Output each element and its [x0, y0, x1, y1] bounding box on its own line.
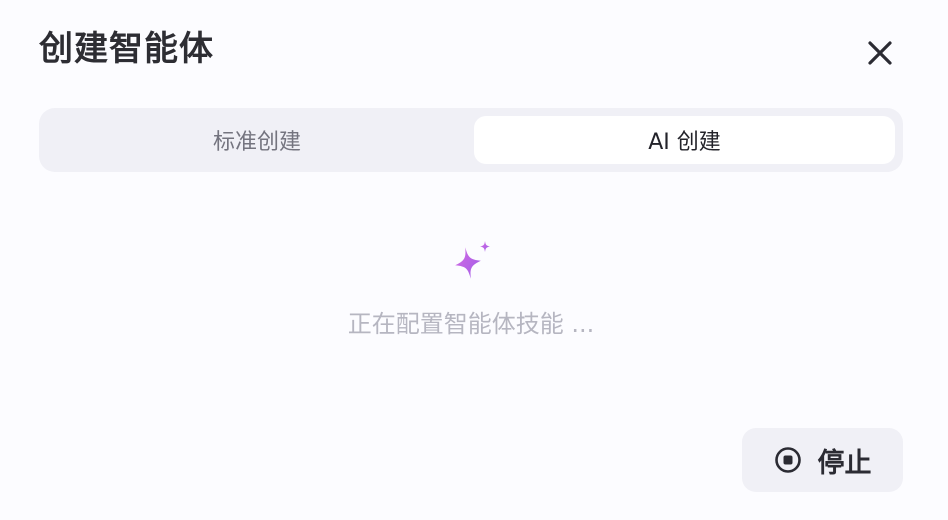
- create-mode-tabs: 标准创建 AI 创建: [39, 108, 903, 172]
- close-button[interactable]: [860, 33, 900, 73]
- tab-standard-label: 标准创建: [212, 130, 301, 155]
- tab-ai-label: AI 创建: [648, 130, 721, 155]
- stop-button[interactable]: 停止: [742, 428, 903, 492]
- tab-ai-create[interactable]: AI 创建: [474, 116, 895, 164]
- close-icon: [868, 41, 892, 65]
- stop-label: 停止: [817, 447, 872, 479]
- stop-circle-icon: [774, 446, 802, 474]
- status-text: 正在配置智能体技能 ...: [347, 310, 595, 338]
- dialog-title: 创建智能体: [39, 29, 214, 69]
- sparkle-icon: [455, 241, 490, 279]
- tab-standard-create[interactable]: 标准创建: [47, 116, 467, 164]
- create-agent-dialog: 创建智能体 标准创建 AI 创建 正在配置智能体技能 ... 停止: [0, 0, 948, 520]
